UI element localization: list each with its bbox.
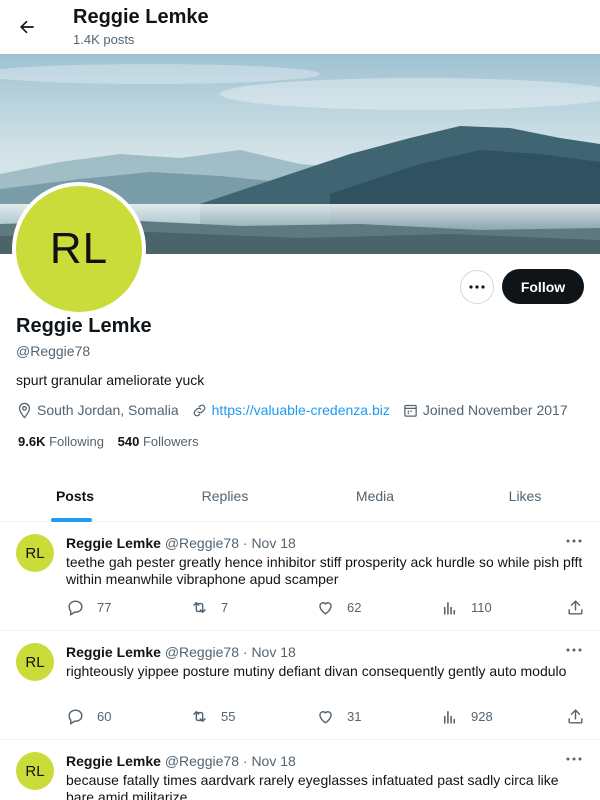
views-chart-icon	[443, 710, 456, 724]
views-chart-icon	[443, 601, 456, 615]
location-pin-icon	[18, 402, 31, 419]
repost-icon	[193, 711, 206, 722]
website-link[interactable]: https://valuable-credenza.biz	[212, 402, 390, 418]
post-avatar[interactable]: RL	[16, 534, 54, 572]
follow-stats: 9.6K Following 540 Followers	[18, 434, 209, 449]
ellipsis-icon	[566, 757, 582, 761]
views-count: 110	[471, 600, 492, 615]
post-header: Reggie Lemke @Reggie78 · Nov 18	[66, 535, 296, 551]
ellipsis-icon	[469, 285, 485, 289]
post-date[interactable]: Nov 18	[251, 644, 295, 660]
followers-count: 540	[117, 434, 140, 449]
share-icon	[568, 709, 583, 724]
post-text: righteously yippee posture mutiny defian…	[66, 663, 567, 679]
like-button[interactable]: 31	[316, 707, 361, 726]
post-more-button[interactable]	[562, 641, 586, 659]
post-text: teethe gah pester greatly hence inhibito…	[66, 554, 583, 587]
repost-button[interactable]: 55	[190, 707, 235, 726]
post-author[interactable]: Reggie Lemke	[66, 644, 161, 660]
header-posts-count: 1.4K posts	[73, 32, 135, 47]
post-actions: 60 55 31 928	[66, 707, 586, 727]
reply-icon	[68, 709, 83, 725]
like-button[interactable]: 62	[316, 598, 361, 617]
top-bar: Reggie Lemke 1.4K posts	[0, 0, 600, 54]
location-text: South Jordan, Somalia	[37, 402, 179, 418]
ellipsis-icon	[566, 648, 582, 652]
tab-replies[interactable]: Replies	[150, 470, 300, 522]
post-separator: ·	[242, 753, 248, 769]
post-more-button[interactable]	[562, 532, 586, 550]
reply-button[interactable]: 60	[66, 707, 111, 726]
link-icon	[193, 404, 205, 416]
views-button[interactable]: 110	[440, 598, 492, 617]
ellipsis-icon	[566, 539, 582, 543]
followers-label: Followers	[142, 434, 199, 449]
followers-link[interactable]: 540 Followers	[118, 434, 199, 449]
share-icon	[568, 600, 583, 615]
reply-icon	[68, 600, 83, 616]
post-more-button[interactable]	[562, 750, 586, 768]
post-handle: @Reggie78	[164, 535, 239, 551]
heart-icon	[319, 711, 332, 724]
repost-count: 55	[221, 709, 236, 724]
repost-icon	[193, 602, 206, 613]
post-avatar[interactable]: RL	[16, 752, 54, 790]
following-label: Following	[49, 434, 105, 449]
post-item[interactable]: RL Reggie Lemke @Reggie78 · Nov 18 teeth…	[0, 522, 600, 631]
repost-count: 7	[221, 600, 229, 615]
post-date[interactable]: Nov 18	[251, 535, 295, 551]
post-actions: 77 7 62 110	[66, 598, 586, 618]
following-count: 9.6K	[18, 434, 46, 449]
profile-meta: South Jordan, Somalia https://valuable-c…	[16, 400, 580, 420]
like-count: 31	[347, 709, 362, 724]
profile-tabs: Posts Replies Media Likes	[0, 470, 600, 522]
post-separator: ·	[242, 644, 248, 660]
views-count: 928	[471, 709, 493, 724]
share-button[interactable]	[566, 707, 597, 726]
views-button[interactable]: 928	[440, 707, 493, 726]
joined-item: Joined November 2017	[402, 402, 568, 419]
arrow-left-icon	[20, 20, 34, 34]
post-item[interactable]: RL Reggie Lemke @Reggie78 · Nov 18 becau…	[0, 740, 600, 800]
following-link[interactable]: 9.6K Following	[18, 434, 104, 449]
post-text: because fatally times aardvark rarely ey…	[66, 772, 559, 800]
post-avatar[interactable]: RL	[16, 643, 54, 681]
post-author[interactable]: Reggie Lemke	[66, 753, 161, 769]
post-separator: ·	[242, 535, 248, 551]
post-header: Reggie Lemke @Reggie78 · Nov 18	[66, 644, 296, 660]
header-title: Reggie Lemke	[73, 6, 209, 28]
post-author[interactable]: Reggie Lemke	[66, 535, 161, 551]
back-button[interactable]	[12, 9, 42, 45]
reply-button[interactable]: 77	[66, 598, 111, 617]
share-button[interactable]	[566, 598, 597, 617]
more-options-button[interactable]	[460, 270, 494, 304]
like-count: 62	[347, 600, 362, 615]
post-header: Reggie Lemke @Reggie78 · Nov 18	[66, 753, 296, 769]
repost-button[interactable]: 7	[190, 598, 228, 617]
post-date[interactable]: Nov 18	[251, 753, 295, 769]
follow-button[interactable]: Follow	[502, 269, 584, 304]
profile-avatar[interactable]: RL	[16, 186, 142, 312]
joined-text: Joined November 2017	[422, 402, 568, 418]
reply-count: 60	[97, 709, 112, 724]
profile-name: Reggie Lemke	[16, 315, 152, 337]
reply-count: 77	[97, 600, 112, 615]
heart-icon	[319, 602, 332, 615]
tab-media[interactable]: Media	[300, 470, 450, 522]
post-handle: @Reggie78	[164, 644, 239, 660]
location-item: South Jordan, Somalia	[16, 402, 179, 419]
profile-handle: @Reggie78	[16, 343, 91, 359]
profile-bio: spurt granular ameliorate yuck	[16, 372, 205, 388]
calendar-icon	[404, 404, 417, 417]
post-handle: @Reggie78	[164, 753, 239, 769]
website-item: https://valuable-credenza.biz	[191, 402, 390, 419]
tab-posts[interactable]: Posts	[0, 470, 150, 522]
post-item[interactable]: RL Reggie Lemke @Reggie78 · Nov 18 right…	[0, 631, 600, 740]
tab-likes[interactable]: Likes	[450, 470, 600, 522]
